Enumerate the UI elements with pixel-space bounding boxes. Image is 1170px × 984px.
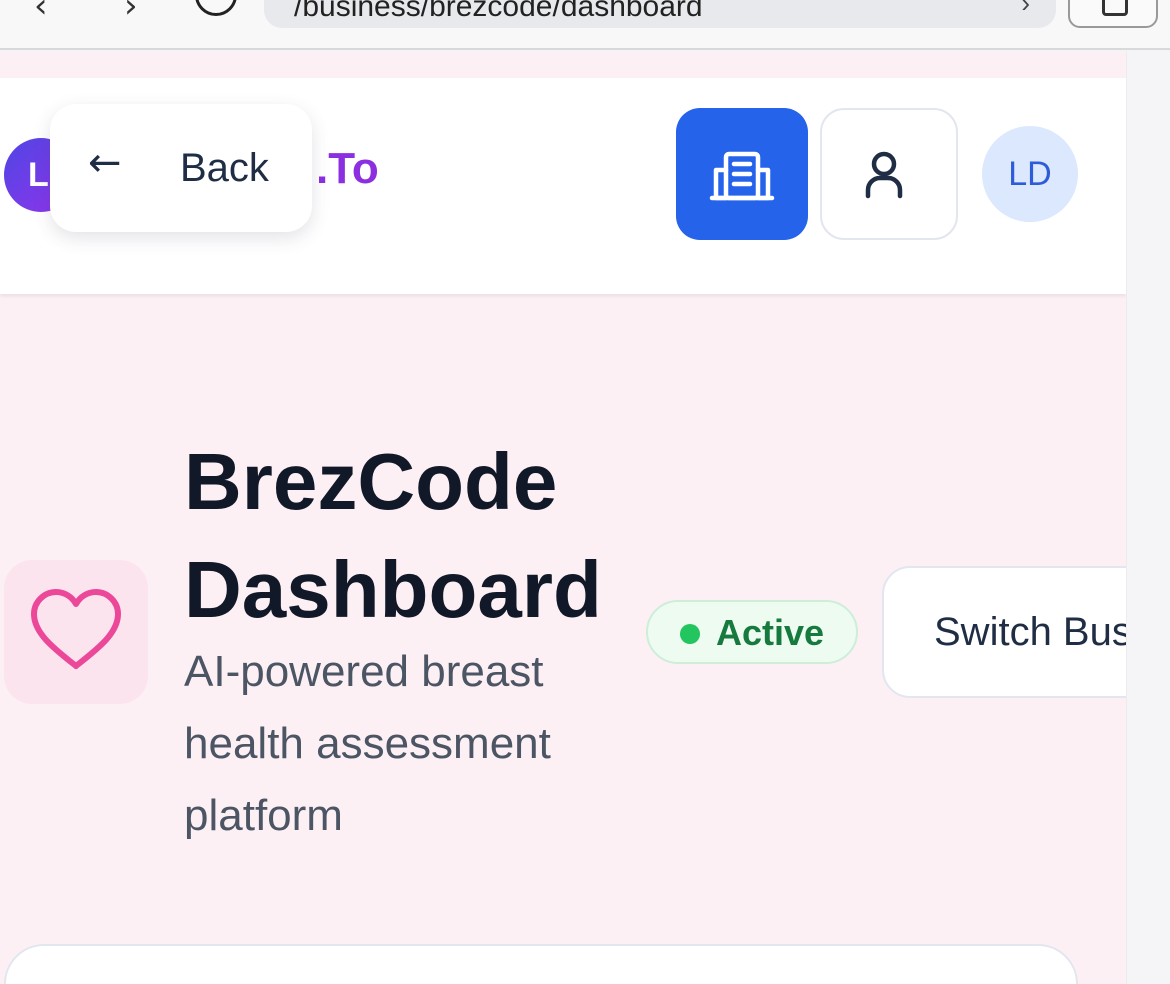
tabs-icon — [1102, 0, 1128, 16]
logo-text: .To — [316, 144, 379, 193]
back-button-label: Back — [180, 146, 269, 190]
hero-icon-tile — [4, 560, 148, 704]
user-icon — [865, 151, 903, 199]
scrollbar-track[interactable] — [1126, 52, 1170, 984]
browser-back-icon[interactable]: ‹ — [34, 0, 48, 26]
address-bar[interactable]: /business/brezcode/dashboard › — [264, 0, 1056, 28]
status-label: Active — [716, 612, 825, 653]
avatar[interactable]: LD — [982, 126, 1078, 222]
back-button[interactable]: ← Back — [50, 104, 312, 232]
status-dot — [680, 624, 700, 644]
page-title: BrezCode Dashboard — [184, 437, 602, 634]
browser-forward-icon[interactable]: › — [124, 0, 138, 26]
url-go-icon[interactable]: › — [1021, 0, 1030, 19]
browser-toolbar: ‹ › /business/brezcode/dashboard › — [0, 0, 1170, 50]
app-header: L .To ← Back LD — [0, 78, 1126, 294]
page-subtitle: AI-powered breast health assessment plat… — [184, 647, 551, 840]
business-button[interactable] — [676, 108, 808, 240]
profile-button[interactable] — [820, 108, 958, 240]
status-badge: Active — [646, 600, 858, 664]
tabs-button[interactable] — [1068, 0, 1158, 28]
site-info-icon[interactable] — [195, 0, 237, 16]
arrow-left-icon: ← — [88, 140, 122, 186]
content-card — [4, 944, 1078, 984]
building-icon — [709, 151, 775, 201]
page-content: L .To ← Back LD BrezCode Dashboard AI-po… — [0, 52, 1170, 984]
heart-icon — [31, 589, 121, 669]
url-text: /business/brezcode/dashboard — [294, 0, 703, 23]
